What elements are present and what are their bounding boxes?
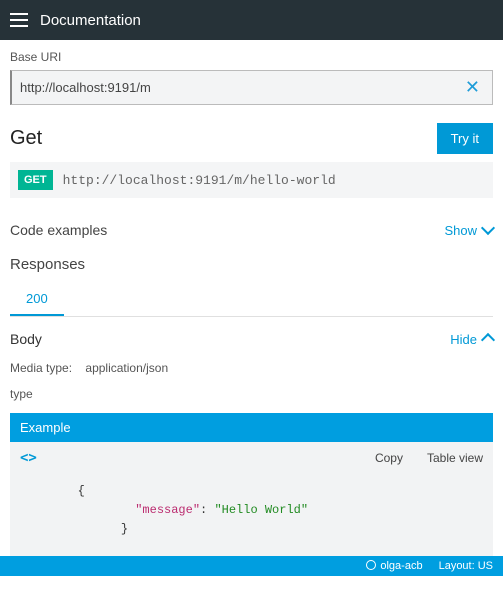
code-icon[interactable]: <> — [20, 450, 37, 466]
endpoint-title: Get — [10, 127, 42, 150]
media-type-row: Media type: application/json — [10, 361, 493, 375]
responses-title: Responses — [10, 256, 493, 273]
base-uri-field: ✕ — [10, 70, 493, 105]
example-header: Example — [10, 413, 493, 442]
tab-200[interactable]: 200 — [10, 283, 64, 316]
example-box: Example <> Copy Table view { "message": … — [10, 413, 493, 556]
topbar-title: Documentation — [40, 12, 141, 29]
topbar: Documentation — [0, 0, 503, 40]
type-row: type — [10, 387, 493, 401]
chevron-up-icon — [481, 333, 495, 347]
clear-icon[interactable]: ✕ — [461, 77, 484, 98]
copy-button[interactable]: Copy — [375, 451, 403, 465]
body-toggle[interactable]: Hide — [450, 332, 493, 347]
request-row: GET http://localhost:9191/m/hello-world — [10, 162, 493, 198]
media-type-value: application/json — [85, 361, 168, 375]
try-it-button[interactable]: Try it — [437, 123, 493, 154]
base-uri-input[interactable] — [20, 80, 461, 95]
status-bar: olga-acb Layout: US — [0, 556, 503, 576]
user-icon — [366, 560, 376, 570]
body-label: Body — [10, 331, 42, 347]
body-header: Body Hide — [10, 331, 493, 361]
endpoint-header: Get Try it — [0, 111, 503, 162]
user-badge[interactable]: olga-acb — [366, 559, 422, 572]
method-badge: GET — [18, 170, 53, 190]
response-tabs: 200 — [10, 283, 493, 317]
request-url: http://localhost:9191/m/hello-world — [63, 173, 336, 188]
base-uri-label: Base URI — [10, 50, 493, 64]
table-view-button[interactable]: Table view — [427, 451, 483, 465]
media-type-label: Media type: — [10, 361, 72, 375]
example-toolbar: <> Copy Table view — [10, 442, 493, 474]
base-uri-section: Base URI ✕ — [0, 40, 503, 111]
layout-indicator[interactable]: Layout: US — [439, 560, 493, 572]
chevron-down-icon — [481, 221, 495, 235]
code-examples-label: Code examples — [10, 222, 107, 238]
code-examples-toggle[interactable]: Show — [444, 223, 493, 238]
menu-icon[interactable] — [10, 13, 28, 27]
code-examples-row: Code examples Show — [10, 216, 493, 248]
example-code: { "message": "Hello World" } — [10, 474, 493, 556]
